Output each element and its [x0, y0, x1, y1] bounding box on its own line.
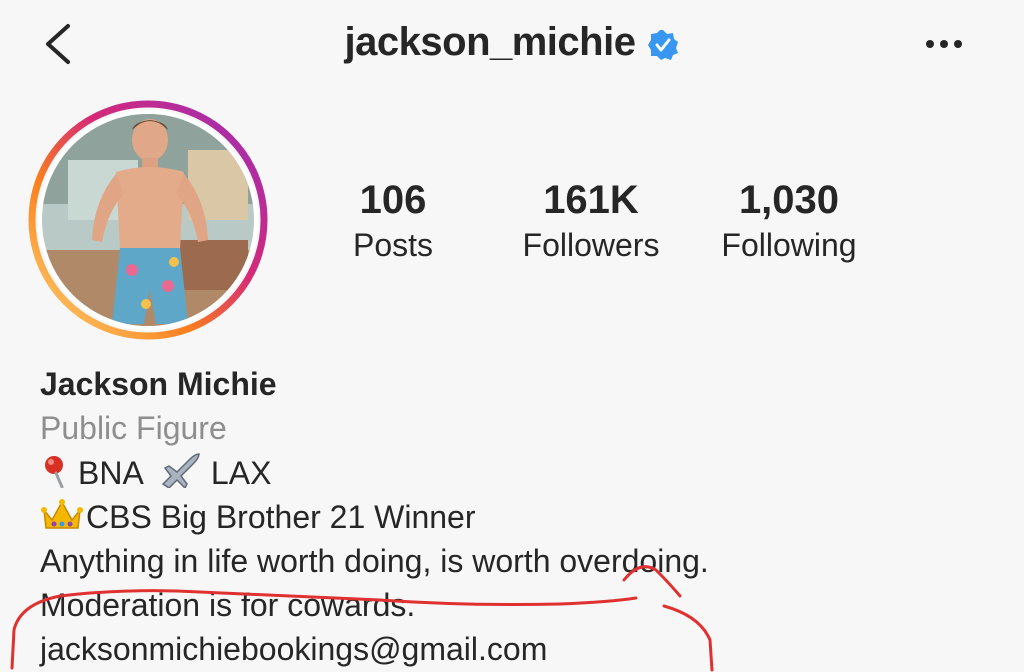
category-label: Public Figure — [40, 410, 227, 446]
posts-stat[interactable]: 106 Posts — [308, 176, 478, 266]
header-title: jackson_michie — [0, 20, 1024, 65]
location-to: LAX — [210, 455, 272, 491]
more-options-button[interactable] — [924, 36, 968, 52]
posts-label: Posts — [352, 227, 434, 263]
more-horizontal-icon — [926, 40, 962, 48]
followers-stat[interactable]: 161K Followers — [506, 176, 676, 266]
followers-label: Followers — [522, 227, 660, 263]
following-count: 1,030 — [738, 178, 840, 222]
verified-badge-icon — [648, 29, 679, 60]
posts-count: 106 — [359, 178, 427, 222]
location-pin-icon — [45, 456, 64, 488]
location-from: BNA — [78, 455, 143, 491]
title-text: CBS Big Brother 21 Winner — [86, 499, 476, 535]
location-line: BNA LAX — [40, 450, 1000, 495]
following-stat[interactable]: 1,030 Following — [704, 176, 874, 266]
profile-bio: Jackson Michie Public Figure BNA LAX CBS… — [40, 362, 1000, 671]
airplane-icon — [161, 453, 200, 488]
quote-line-1: Anything in life worth doing, is worth o… — [40, 543, 709, 579]
display-name: Jackson Michie — [40, 366, 277, 402]
profile-avatar[interactable] — [28, 100, 268, 340]
profile-username: jackson_michie — [344, 20, 636, 64]
crown-icon — [41, 499, 83, 529]
following-label: Following — [721, 227, 857, 263]
followers-count: 161K — [543, 178, 639, 222]
profile-photo — [28, 100, 268, 340]
email-link[interactable]: jacksonmichiebookings@gmail.com — [40, 627, 1000, 671]
quote-line-2: Moderation is for cowards. — [40, 587, 416, 623]
title-line: CBS Big Brother 21 Winner — [40, 495, 1000, 539]
